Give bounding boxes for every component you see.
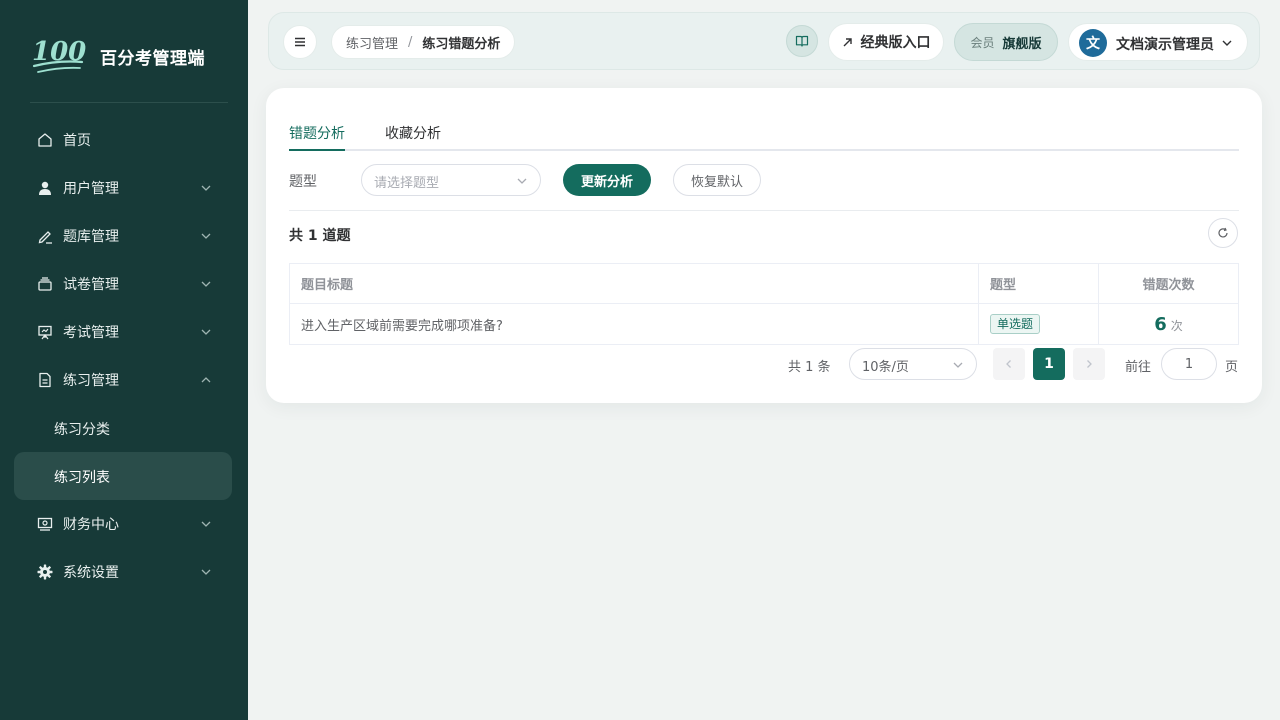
pagination-total: 共 1 条	[788, 360, 831, 375]
update-analysis-button[interactable]: 更新分析	[563, 164, 651, 196]
chevron-down-icon	[201, 233, 211, 239]
sidebar-item-exams[interactable]: 考试管理	[14, 309, 232, 355]
tab-wrong-analysis[interactable]: 错题分析	[289, 123, 345, 143]
select-placeholder: 请选择题型	[374, 176, 440, 191]
top-header: 练习管理 / 练习错题分析 经典版入口 会员 旗舰版 文 文档演示管理员	[268, 12, 1260, 70]
question-title-cell: 进入生产区域前需要完成哪项准备?	[289, 303, 979, 345]
sidebar-item-label: 练习管理	[63, 373, 119, 389]
column-header-title: 题目标题	[289, 263, 979, 304]
page-size-value: 10条/页	[862, 360, 909, 375]
hamburger-icon	[295, 37, 305, 47]
brand-title: 百分考管理端	[100, 49, 205, 69]
home-icon	[36, 131, 54, 149]
column-header-count: 错题次数	[1098, 263, 1239, 304]
book-icon	[795, 35, 809, 47]
edit-icon	[36, 227, 54, 245]
main-card: 错题分析 收藏分析 题型 请选择题型 更新分析 恢复默认 共 1 道题 题目标题…	[266, 88, 1262, 403]
sidebar-subitem-label: 练习列表	[54, 470, 110, 486]
sidebar-item-question-bank[interactable]: 题库管理	[14, 213, 232, 259]
tab-favorite-analysis[interactable]: 收藏分析	[385, 123, 441, 143]
breadcrumb: 练习管理 / 练习错题分析	[331, 25, 516, 59]
menu-toggle-button[interactable]	[283, 25, 317, 59]
column-header-type: 题型	[978, 263, 1099, 304]
sidebar-subitem-practice-list[interactable]: 练习列表	[14, 452, 232, 500]
avatar: 文	[1079, 29, 1107, 57]
classic-version-button[interactable]: 经典版入口	[828, 23, 944, 61]
tab-bar: 错题分析 收藏分析	[289, 122, 1239, 151]
question-type-tag: 单选题	[990, 314, 1041, 334]
sidebar-item-users[interactable]: 用户管理	[14, 165, 232, 211]
chevron-down-icon	[201, 569, 211, 575]
chevron-down-icon	[201, 329, 211, 335]
user-menu[interactable]: 文 文档演示管理员	[1068, 23, 1248, 61]
chevron-down-icon	[201, 185, 211, 191]
chevron-down-icon	[517, 178, 527, 184]
question-type-cell: 单选题	[978, 303, 1099, 345]
sidebar-item-label: 财务中心	[63, 517, 119, 533]
sidebar-item-label: 试卷管理	[63, 277, 119, 293]
docs-button[interactable]	[786, 25, 818, 57]
prev-page-button[interactable]	[993, 348, 1025, 380]
chevron-down-icon	[201, 521, 211, 527]
table-header-row: 题目标题 题型 错题次数	[289, 263, 1239, 304]
sidebar-item-label: 系统设置	[63, 565, 119, 581]
classic-version-label: 经典版入口	[860, 35, 931, 51]
refresh-button[interactable]	[1208, 218, 1238, 248]
member-label: 会员	[970, 35, 995, 50]
page-size-select[interactable]: 10条/页	[849, 348, 977, 380]
breadcrumb-current: 练习错题分析	[422, 36, 501, 52]
breadcrumb-separator: /	[408, 34, 413, 50]
chevron-down-icon	[201, 281, 211, 287]
presentation-icon	[36, 323, 54, 341]
user-name: 文档演示管理员	[1116, 37, 1214, 53]
goto-page-input[interactable]	[1161, 348, 1217, 380]
chevron-right-icon	[1087, 360, 1092, 368]
wrong-count-unit: 次	[1170, 318, 1183, 333]
sidebar-subitem-practice-category[interactable]: 练习分类	[14, 404, 232, 452]
sidebar-item-practice[interactable]: 练习管理	[14, 357, 232, 403]
tab-active-indicator	[289, 149, 345, 151]
arrow-up-right-icon	[842, 37, 853, 48]
gear-icon	[36, 563, 54, 581]
sidebar-item-label: 首页	[63, 133, 91, 149]
wrong-question-table: 题目标题 题型 错题次数 进入生产区域前需要完成哪项准备? 单选题 6次	[289, 263, 1239, 345]
stack-icon	[36, 275, 54, 293]
sidebar-subitem-label: 练习分类	[54, 422, 110, 438]
member-level: 旗舰版	[1002, 36, 1042, 52]
sidebar-item-settings[interactable]: 系统设置	[14, 549, 232, 595]
breadcrumb-item[interactable]: 练习管理	[346, 33, 398, 52]
reset-default-button[interactable]: 恢复默认	[673, 164, 761, 196]
page-suffix-label: 页	[1225, 360, 1239, 375]
chevron-left-icon	[1006, 360, 1011, 368]
refresh-icon	[1218, 227, 1228, 238]
question-type-select[interactable]: 请选择题型	[361, 164, 541, 196]
chevron-down-icon	[1222, 40, 1232, 46]
member-badge[interactable]: 会员 旗舰版	[954, 23, 1058, 61]
wallet-icon	[36, 515, 54, 533]
question-count: 共 1 道题	[289, 228, 351, 244]
current-page-button[interactable]: 1	[1033, 348, 1065, 380]
document-icon	[36, 371, 54, 389]
sidebar: 100 百分考管理端 首页 用户管理 题库管理 试卷管理 考试管理 练习管理 练…	[0, 0, 248, 720]
next-page-button[interactable]	[1073, 348, 1105, 380]
chevron-up-icon	[201, 377, 211, 383]
sidebar-item-finance[interactable]: 财务中心	[14, 501, 232, 547]
logo-icon: 100	[32, 37, 86, 73]
wrong-count-cell: 6次	[1098, 303, 1239, 345]
brand-divider	[30, 102, 228, 103]
chevron-down-icon	[953, 362, 963, 368]
divider	[289, 210, 1239, 211]
user-icon	[36, 179, 54, 197]
sidebar-item-papers[interactable]: 试卷管理	[14, 261, 232, 307]
sidebar-item-label: 考试管理	[63, 325, 119, 341]
wrong-count-value: 6	[1154, 313, 1167, 335]
sidebar-item-label: 用户管理	[63, 181, 119, 197]
table-row[interactable]: 进入生产区域前需要完成哪项准备? 单选题 6次	[289, 303, 1239, 345]
question-type-label: 题型	[289, 174, 317, 190]
goto-label: 前往	[1125, 360, 1152, 375]
sidebar-item-home[interactable]: 首页	[14, 117, 232, 163]
brand[interactable]: 100 百分考管理端	[0, 0, 248, 103]
sidebar-item-label: 题库管理	[63, 229, 119, 245]
